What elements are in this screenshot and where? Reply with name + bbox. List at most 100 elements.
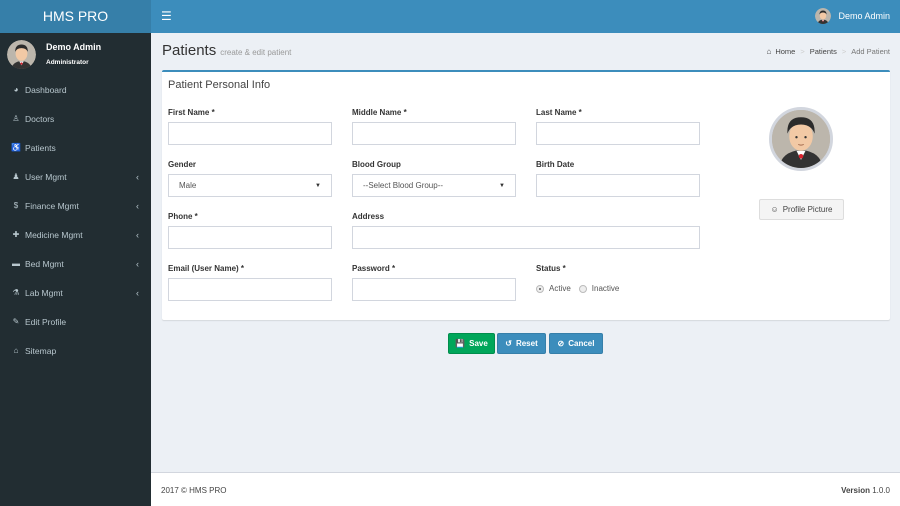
sidebar-item-dashboard[interactable]: ◕ Dashboard <box>0 75 151 104</box>
sidebar-item-label: Patients <box>25 142 56 153</box>
sidebar-item-doctors[interactable]: ♙ Doctors <box>0 104 151 133</box>
birth-date-group: Birth Date <box>536 160 700 197</box>
profile-picture <box>769 107 833 171</box>
undo-icon: ↺ <box>505 339 512 348</box>
birth-date-input[interactable] <box>536 174 700 197</box>
chevron-left-icon: ‹ <box>136 287 139 298</box>
sidebar-item-label: Dashboard <box>25 84 67 95</box>
email-label: Email (User Name) * <box>168 264 245 273</box>
status-active-label[interactable]: Active <box>549 284 571 293</box>
status-radio-group: Active Inactive <box>536 284 627 293</box>
profile-picture-button-label: Profile Picture <box>782 205 833 214</box>
copyright: 2017 © HMS PRO <box>161 486 227 495</box>
patient-info-box: Patient Personal Info First Name * Middl… <box>162 70 890 320</box>
email-input[interactable] <box>168 278 332 301</box>
last-name-label: Last Name * <box>536 108 582 117</box>
caret-down-icon: ▼ <box>315 182 321 189</box>
sidebar-item-lab-mgmt[interactable]: ⚗ Lab Mgmt ‹ <box>0 278 151 307</box>
version-number: 1.0.0 <box>872 486 890 495</box>
user-icon: ♟ <box>12 172 20 181</box>
sidebar-item-bed-mgmt[interactable]: ▬ Bed Mgmt ‹ <box>0 249 151 278</box>
sidebar-item-label: Bed Mgmt <box>25 258 64 269</box>
sidebar-item-label: User Mgmt <box>25 171 67 182</box>
password-group: Password * <box>352 264 516 301</box>
phone-group: Phone * <box>168 212 332 249</box>
sidebar-menu: ◕ Dashboard ♙ Doctors ♿ Patients ♟ User Mgmt ‹ $ F… <box>0 75 151 365</box>
sidebar-item-label: Medicine Mgmt <box>25 229 83 240</box>
save-button-label: Save <box>469 339 488 348</box>
wheelchair-icon: ♿ <box>11 143 21 152</box>
user-md-icon: ♙ <box>12 114 20 123</box>
reset-button-label: Reset <box>515 339 538 348</box>
ban-icon: ⊘ <box>557 339 565 348</box>
home-icon: ⌂ <box>13 346 19 355</box>
page-title-text: Patients <box>162 42 217 59</box>
page-subtitle: create & edit patient <box>220 48 292 57</box>
sidebar-item-label: Lab Mgmt <box>25 287 63 298</box>
email-group: Email (User Name) * <box>168 264 332 301</box>
version: Version 1.0.0 <box>841 486 890 495</box>
status-inactive-label[interactable]: Inactive <box>592 284 620 293</box>
blood-group-group: Blood Group --Select Blood Group-- ▼ <box>352 160 516 197</box>
phone-input[interactable] <box>168 226 332 249</box>
version-label: Version <box>841 486 870 495</box>
sidebar-user-name: Demo Admin <box>46 42 102 52</box>
gender-select[interactable]: Male ▼ <box>168 174 332 197</box>
chevron-left-icon: ‹ <box>136 200 139 211</box>
chevron-left-icon: ‹ <box>136 258 139 269</box>
breadcrumb-home[interactable]: Home <box>775 47 795 56</box>
cancel-button[interactable]: ⊘ Cancel <box>549 333 603 354</box>
sidebar-item-sitemap[interactable]: ⌂ Sitemap <box>0 336 151 365</box>
last-name-group: Last Name * <box>536 108 700 145</box>
breadcrumb-separator: > <box>800 47 805 56</box>
sidebar-item-label: Edit Profile <box>25 316 67 327</box>
breadcrumb: ⌂ Home > Patients > Add Patient <box>766 47 890 56</box>
status-active-radio[interactable] <box>536 284 544 293</box>
password-input[interactable] <box>352 278 516 301</box>
middle-name-input[interactable] <box>352 122 516 145</box>
address-label: Address <box>352 212 385 221</box>
user-menu[interactable]: Demo Admin <box>815 8 890 24</box>
app-logo[interactable]: HMS PRO <box>0 0 151 33</box>
first-name-input[interactable] <box>168 122 332 145</box>
sidebar-item-finance-mgmt[interactable]: $ Finance Mgmt ‹ <box>0 191 151 220</box>
sidebar-item-user-mgmt[interactable]: ♟ User Mgmt ‹ <box>0 162 151 191</box>
middle-name-group: Middle Name * <box>352 108 516 145</box>
breadcrumb-separator: > <box>841 47 847 56</box>
blood-group-selected-value: --Select Blood Group-- <box>363 181 444 190</box>
reset-button[interactable]: ↺ Reset <box>497 333 546 354</box>
bed-icon: ▬ <box>12 259 20 268</box>
user-panel: Demo Admin Administrator <box>0 33 151 75</box>
breadcrumb-current: Add Patient <box>851 47 890 56</box>
gender-label: Gender <box>168 160 197 169</box>
top-user-name: Demo Admin <box>838 11 890 21</box>
hamburger-icon[interactable]: ☰ <box>161 10 172 22</box>
blood-group-select[interactable]: --Select Blood Group-- ▼ <box>352 174 516 197</box>
box-title: Patient Personal Info <box>168 79 271 91</box>
first-name-label: First Name * <box>168 108 215 117</box>
sidebar-item-patients[interactable]: ♿ Patients <box>0 133 151 162</box>
chevron-left-icon: ‹ <box>136 171 139 182</box>
phone-label: Phone * <box>168 212 198 221</box>
page-title: Patients create & edit patient <box>162 42 291 59</box>
save-button[interactable]: 💾 Save <box>448 333 495 354</box>
edit-icon: ✎ <box>12 317 20 326</box>
address-input[interactable] <box>352 226 700 249</box>
user-avatar-icon <box>7 40 36 69</box>
sidebar-user-role: Administrator <box>46 59 89 66</box>
breadcrumb-patients[interactable]: Patients <box>810 47 837 56</box>
medkit-icon: ✚ <box>12 230 20 239</box>
status-inactive-radio[interactable] <box>578 284 587 293</box>
save-icon: 💾 <box>455 339 466 348</box>
caret-down-icon: ▼ <box>499 182 505 189</box>
sidebar: Demo Admin Administrator ◕ Dashboard ♙ Doct… <box>0 33 151 506</box>
last-name-input[interactable] <box>536 122 700 145</box>
sidebar-item-label: Doctors <box>25 113 55 124</box>
sidebar-item-edit-profile[interactable]: ✎ Edit Profile <box>0 307 151 336</box>
sidebar-item-medicine-mgmt[interactable]: ✚ Medicine Mgmt ‹ <box>0 220 151 249</box>
user-circle-icon: ☺ <box>770 205 779 214</box>
status-group: Status * Active Inactive <box>536 264 700 293</box>
profile-picture-button[interactable]: ☺ Profile Picture <box>759 199 844 220</box>
gender-selected-value: Male <box>179 181 197 190</box>
middle-name-label: Middle Name * <box>352 108 407 117</box>
